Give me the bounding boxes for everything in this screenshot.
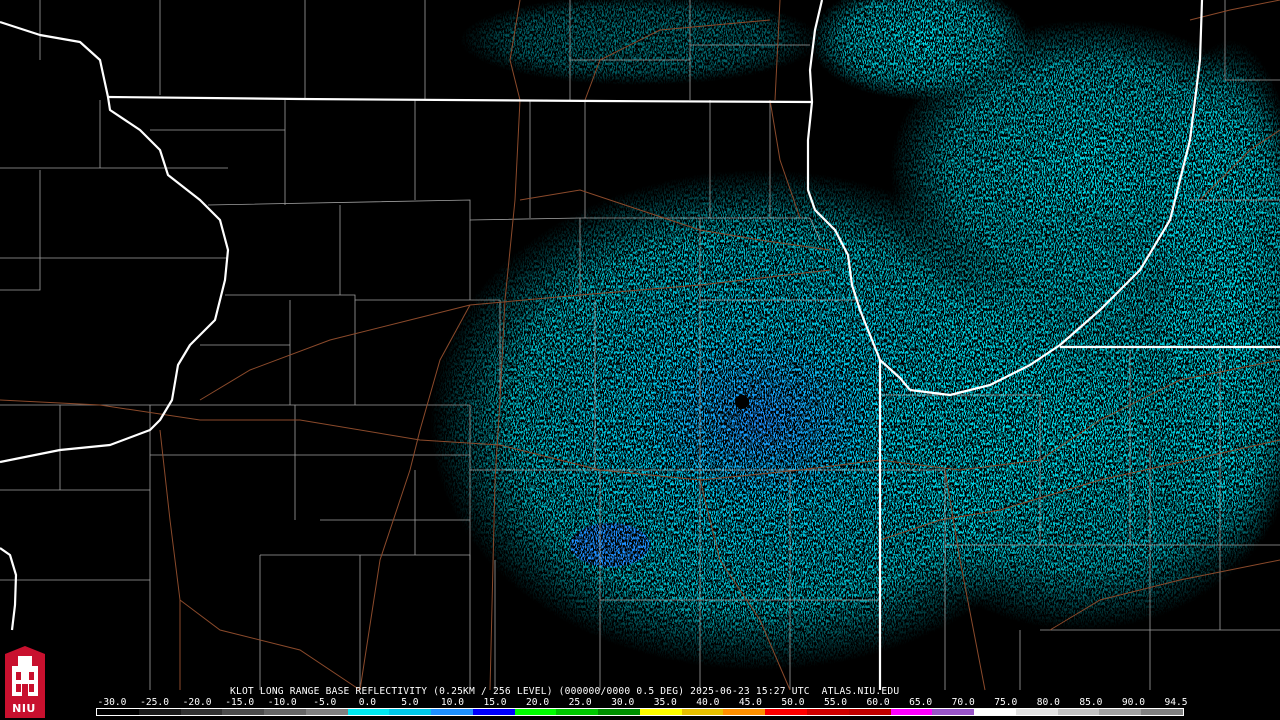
color-swatch <box>556 709 599 715</box>
scale-label: 20.0 <box>526 697 550 708</box>
echo-field-southwest <box>570 523 650 567</box>
scale-label: -25.0 <box>140 697 169 708</box>
color-swatch <box>97 709 139 715</box>
color-swatch <box>639 709 682 715</box>
color-swatch <box>1099 709 1142 715</box>
color-swatch <box>305 709 348 715</box>
color-swatch <box>347 709 390 715</box>
scale-label: 10.0 <box>440 697 465 708</box>
color-swatch <box>681 709 724 715</box>
logo-window-4 <box>29 684 34 692</box>
scale-label: -10.0 <box>267 697 297 708</box>
scale-label: -5.0 <box>313 697 337 708</box>
color-swatch <box>264 709 306 715</box>
mississippi-river-border <box>0 20 230 464</box>
echo-field-north-scatter <box>460 0 820 85</box>
scale-label: 30.0 <box>611 697 635 708</box>
color-swatch <box>1141 709 1183 715</box>
color-swatch <box>807 709 849 715</box>
color-swatch <box>974 709 1016 715</box>
scale-label: 60.0 <box>866 697 890 708</box>
radar-site-marker <box>735 395 749 409</box>
color-swatch <box>514 709 557 715</box>
color-swatch <box>848 709 891 715</box>
color-swatch <box>890 709 933 715</box>
scale-label: 0.0 <box>358 697 377 708</box>
color-swatch <box>138 709 181 715</box>
color-swatch <box>1015 709 1058 715</box>
radar-display: KLOT LONG RANGE BASE REFLECTIVITY (0.25K… <box>0 0 1280 720</box>
color-swatch <box>472 709 515 715</box>
logo-window-2 <box>29 672 34 680</box>
scale-label: 70.0 <box>951 697 975 708</box>
logo-window-3 <box>16 684 21 692</box>
color-swatch <box>598 709 640 715</box>
scale-label: 85.0 <box>1079 697 1103 708</box>
color-swatch <box>1057 709 1100 715</box>
scale-label: 5.0 <box>401 697 419 708</box>
reflectivity-color-bar <box>96 708 1184 716</box>
scale-label: 65.0 <box>909 697 933 708</box>
scale-label: -30.0 <box>97 697 127 708</box>
logo-window-1 <box>16 672 21 680</box>
scale-label: 94.5 <box>1164 697 1188 708</box>
logo-door <box>22 684 28 696</box>
iowa-border-fragment <box>0 547 18 631</box>
scale-label: 25.0 <box>568 697 592 708</box>
color-swatch <box>389 709 432 715</box>
reflectivity-scale-labels: -30.0 -25.0 -20.0 -15.0 -10.0 -5.0 0.0 5.0 10.0 1… <box>0 698 1280 708</box>
scale-label: 45.0 <box>738 697 762 708</box>
scale-label: 55.0 <box>823 697 848 708</box>
scale-label: 75.0 <box>994 697 1018 708</box>
logo-tower-top <box>18 656 32 668</box>
scale-label: 15.0 <box>483 697 507 708</box>
color-swatch <box>180 709 223 715</box>
scale-label: 90.0 <box>1121 697 1145 708</box>
scale-label: 50.0 <box>781 697 805 708</box>
color-swatch <box>765 709 808 715</box>
scale-label: 35.0 <box>653 697 677 708</box>
wisconsin-illinois-border <box>107 95 813 104</box>
scale-label: -15.0 <box>225 697 255 708</box>
scale-label: -20.0 <box>182 697 212 708</box>
color-swatch <box>932 709 975 715</box>
color-swatch <box>431 709 473 715</box>
scale-label: 40.0 <box>696 697 720 708</box>
logo-text: NIU <box>12 702 36 715</box>
color-swatch <box>222 709 265 715</box>
radar-map <box>0 0 1280 691</box>
scale-label: 80.0 <box>1036 697 1060 708</box>
color-swatch <box>723 709 766 715</box>
